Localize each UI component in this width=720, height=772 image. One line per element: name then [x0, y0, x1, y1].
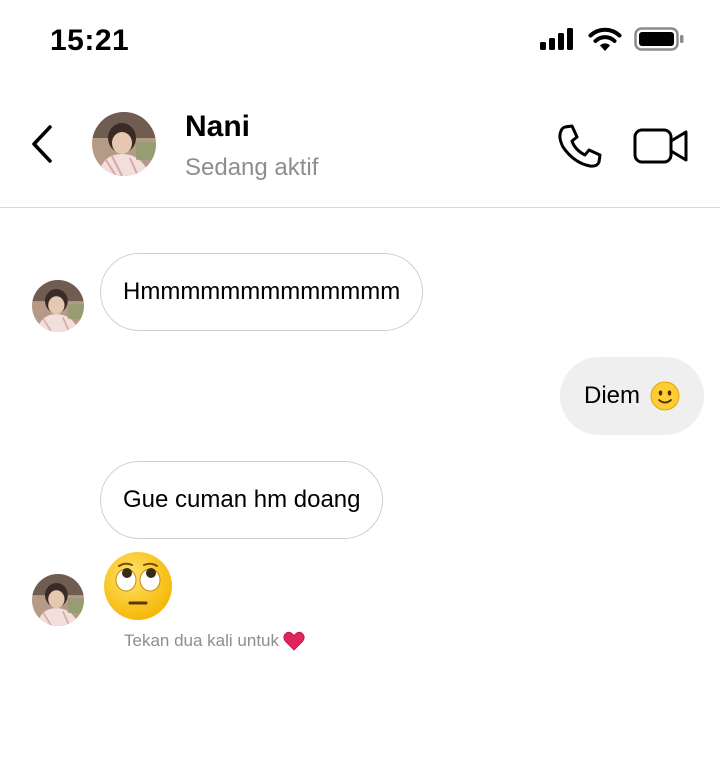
emoji-message[interactable]: [102, 550, 174, 622]
message-text: Hmmmmmmmmmmmmm: [123, 278, 401, 305]
face-with-rolling-eyes-icon: [104, 552, 172, 620]
avatar-image: [32, 280, 84, 332]
hint-text: Tekan dua kali untuk: [124, 631, 279, 650]
phone-icon: [558, 124, 602, 168]
back-chevron-icon: [32, 125, 52, 163]
cellular-signal-icon: [540, 28, 573, 50]
video-call-button[interactable]: [632, 124, 690, 168]
double-tap-hint: Tekan dua kali untuk: [124, 631, 305, 651]
active-status: Sedang aktif: [185, 154, 319, 181]
wifi-icon: [588, 27, 622, 51]
message-bubble-incoming[interactable]: Hmmmmmmmmmmmmm: [100, 253, 424, 331]
status-bar: 15:21: [0, 0, 720, 84]
status-icons: [540, 27, 684, 51]
battery-icon: [634, 27, 684, 51]
red-heart-icon: [283, 631, 305, 651]
message-text: Diem: [583, 382, 640, 409]
video-camera-icon: [633, 128, 688, 164]
chat-header: Nani Sedang aktif: [0, 84, 720, 208]
voice-call-button[interactable]: [556, 122, 604, 170]
contact-name[interactable]: Nani: [185, 110, 250, 144]
contact-avatar[interactable]: [92, 112, 156, 176]
message-bubble-incoming[interactable]: Gue cuman hm doang: [100, 461, 384, 539]
avatar-image: [32, 574, 84, 626]
sender-avatar[interactable]: [32, 280, 84, 332]
slightly-smiling-face-icon: [650, 381, 680, 411]
status-time: 15:21: [50, 24, 130, 57]
message-bubble-outgoing[interactable]: Diem: [559, 357, 704, 435]
avatar-image: [92, 112, 156, 176]
sender-avatar[interactable]: [32, 574, 84, 626]
back-button[interactable]: [26, 122, 58, 166]
message-text: Gue cuman hm doang: [123, 486, 361, 513]
